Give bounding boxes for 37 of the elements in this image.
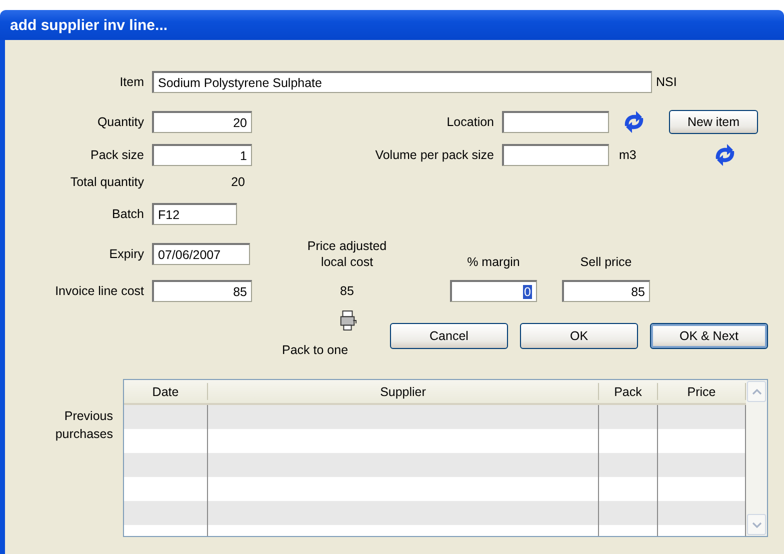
field-label: Location — [446, 115, 495, 129]
margin-field[interactable]: 0 — [450, 280, 537, 302]
pack-to-one-label: Pack to one — [282, 343, 348, 357]
item-code: NSI — [656, 75, 677, 89]
expiry-field[interactable]: 07/06/2007 — [152, 243, 250, 265]
pack-icon[interactable] — [338, 310, 357, 331]
field-label: Quantity — [96, 115, 144, 129]
location-field[interactable] — [502, 111, 609, 133]
field-label: Expiry — [108, 247, 144, 261]
sell-price-field[interactable]: 85 — [562, 280, 650, 302]
new-item-button[interactable]: New item — [669, 110, 758, 134]
field-label: Invoice line cost — [54, 284, 144, 298]
dialog-button[interactable]: Cancel — [390, 323, 508, 349]
field-label: Pack size — [90, 148, 144, 162]
previous-purchases-label: Previous purchases — [54, 408, 113, 443]
column-header[interactable]: Pack — [599, 383, 658, 400]
item-field[interactable]: Sodium Polystyrene Sulphate — [152, 71, 652, 93]
batch-field[interactable]: F12 — [152, 203, 237, 225]
total-quantity-value: 20 — [230, 175, 245, 189]
field-label: Item — [118, 75, 144, 89]
dialog-button[interactable]: OK — [520, 323, 638, 349]
field-label: Volume per pack size — [374, 148, 495, 162]
volume-field[interactable] — [502, 144, 609, 166]
dialog-button[interactable]: OK & Next — [650, 323, 768, 349]
window-title: add supplier inv line... — [10, 16, 168, 34]
price-adjusted-value: 85 — [339, 284, 355, 298]
invoice-cost-field[interactable]: 85 — [152, 280, 252, 302]
unit-label: m3 — [619, 148, 638, 162]
column-label: Price adjusted local cost — [306, 238, 388, 270]
quantity-field[interactable]: 20 — [152, 111, 252, 133]
column-header[interactable]: Date — [124, 383, 208, 400]
column-label: Sell price — [579, 254, 633, 270]
pack-size-field[interactable]: 1 — [152, 144, 252, 166]
field-label: Batch — [111, 207, 144, 221]
column-header[interactable]: Supplier — [208, 383, 599, 400]
column-label: % margin — [466, 254, 521, 270]
field-label: Total quantity — [69, 175, 144, 189]
